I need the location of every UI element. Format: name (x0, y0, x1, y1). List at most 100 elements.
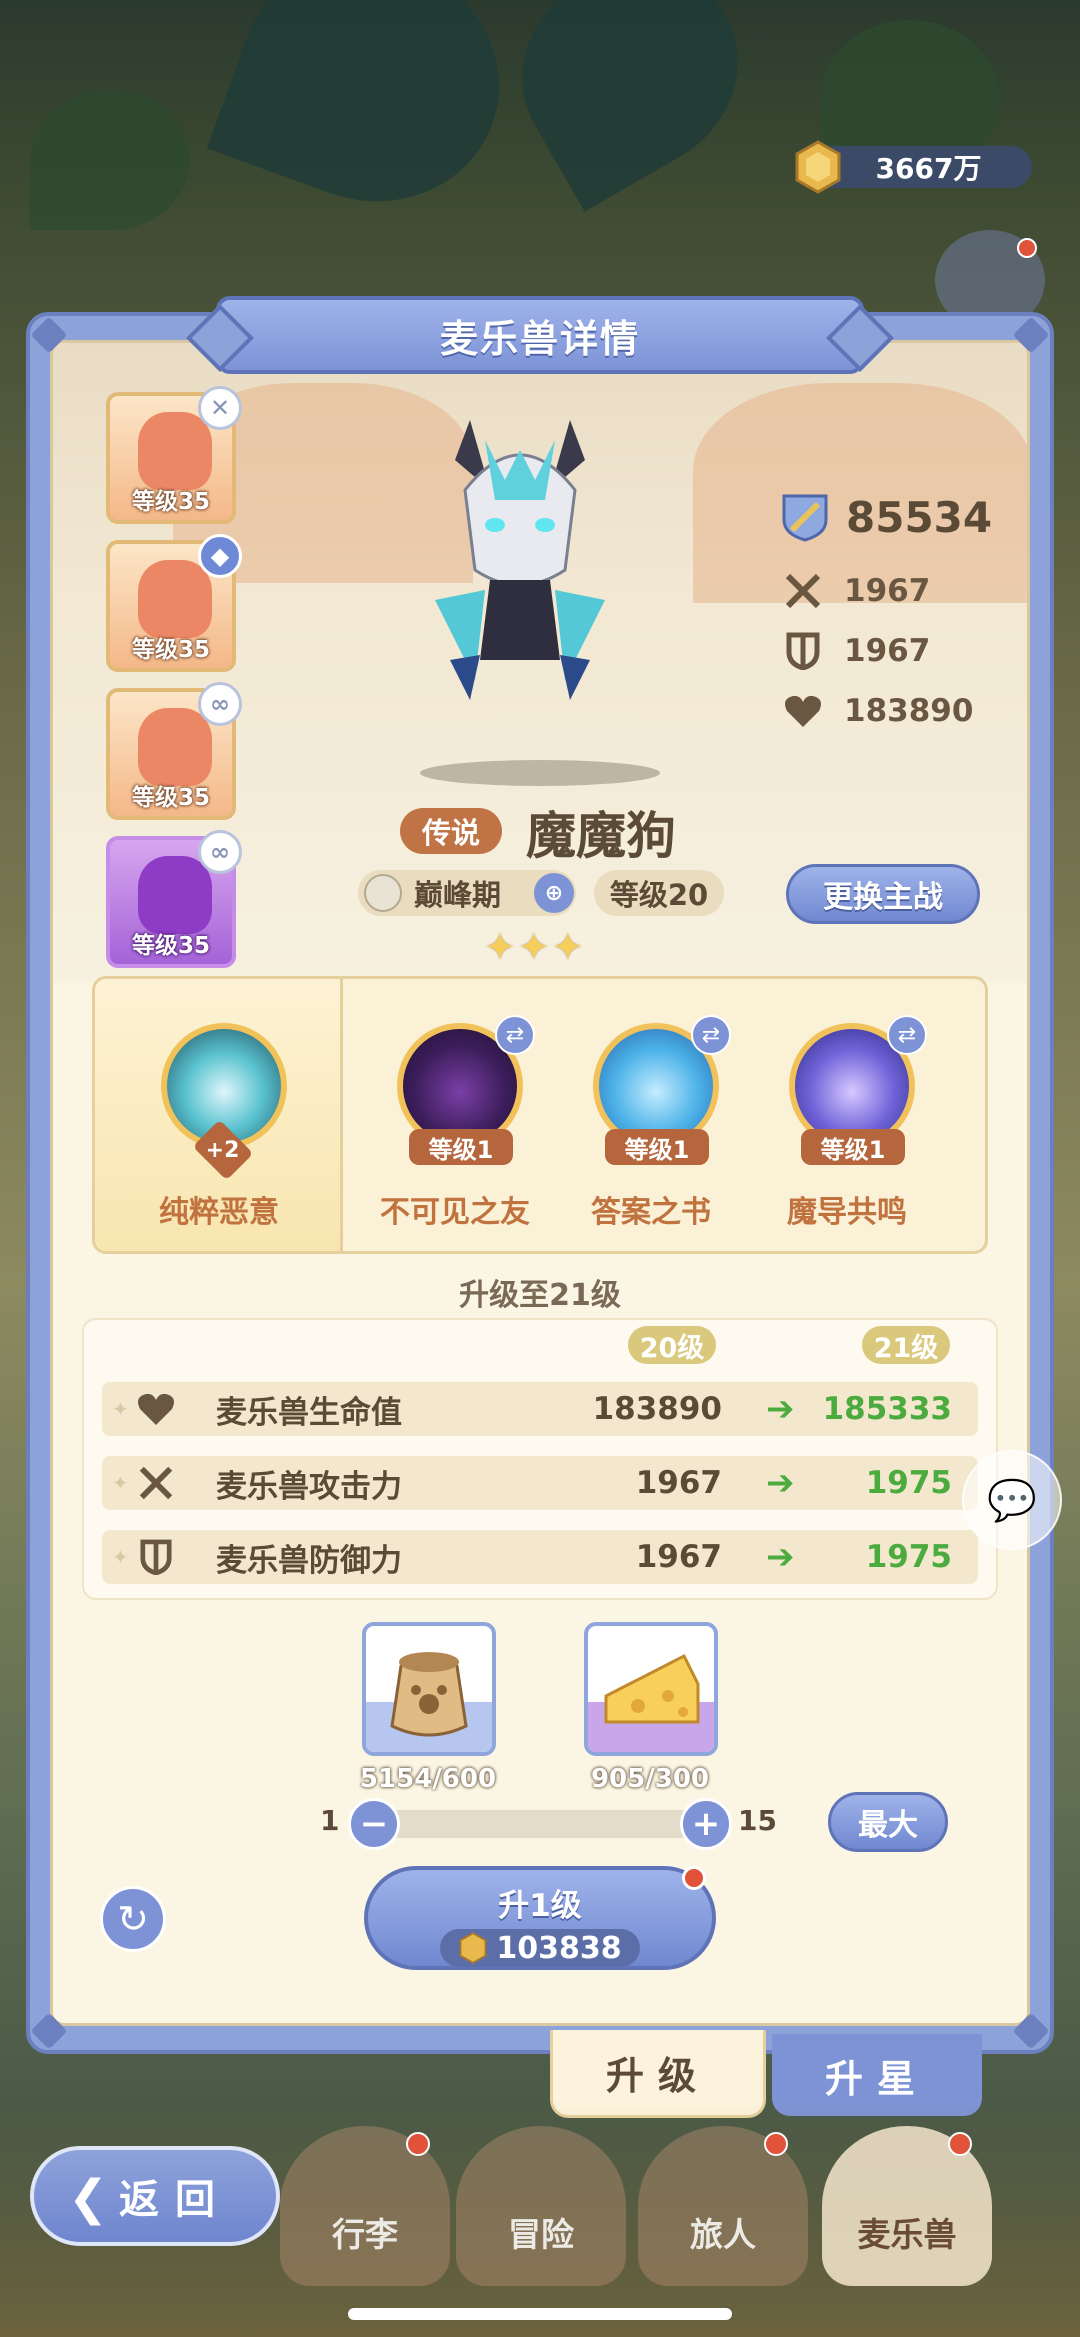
upgrade-button[interactable]: 升1级 103838 (364, 1866, 716, 1970)
pet-name: 魔魔狗 (526, 807, 676, 865)
main-skill[interactable]: +2 纯粹恶意 (95, 979, 343, 1251)
pet-portrait (138, 560, 212, 638)
swap-icon[interactable]: ⇄ (887, 1015, 927, 1055)
notification-dot (764, 2132, 788, 2156)
power-value: 85534 (846, 492, 993, 542)
panel-title: 麦乐兽详情 (216, 296, 864, 374)
skill-level: 等级1 (409, 1129, 513, 1165)
slider-min: 1 (320, 1804, 340, 1837)
arrow-right-icon: ➔ (766, 1463, 795, 1503)
material-count: 905/300 (590, 1764, 710, 1794)
skill-label: 纯粹恶意 (159, 1195, 279, 1230)
swap-icon[interactable]: ⇄ (495, 1015, 535, 1055)
skill-label: 魔导共鸣 (787, 1195, 907, 1230)
stat-next: 185333 (822, 1391, 952, 1427)
nav-label: 冒险 (508, 2215, 574, 2254)
stat-hp: 183890 (782, 690, 973, 732)
swap-main-button[interactable]: 更换主战 (786, 864, 980, 924)
skill-slot-3[interactable]: ⇄ 等级1 魔导共鸣 (757, 979, 937, 1251)
swap-icon[interactable]: ⇄ (691, 1015, 731, 1055)
stat-next: 1975 (865, 1539, 952, 1575)
stat-current: 183890 (592, 1391, 722, 1427)
swords-icon (136, 1463, 176, 1503)
link-icon: ∞ (198, 682, 242, 726)
heart-icon (782, 690, 824, 732)
swords-icon (782, 570, 824, 612)
team-slot-level: 等级35 (131, 489, 210, 515)
power-icon (782, 494, 828, 542)
nav-item-adventure[interactable]: 冒险 (456, 2126, 626, 2286)
defense-value: 1967 (844, 633, 931, 669)
notification-dot (406, 2132, 430, 2156)
coin-icon (795, 140, 841, 194)
team-slot-level: 等级35 (131, 933, 210, 959)
star-icon: ✦ (484, 925, 516, 969)
quantity-slider[interactable] (360, 1810, 710, 1838)
stat-name: 麦乐兽防御力 (216, 1542, 402, 1579)
material-food-bag[interactable] (362, 1622, 496, 1756)
stat-name: 麦乐兽生命值 (216, 1394, 402, 1431)
sparkle-icon: ✦ (112, 1471, 129, 1495)
magnify-icon[interactable]: ⊕ (534, 873, 574, 913)
nav-label: 旅人 (690, 2215, 756, 2254)
skill-slot-2[interactable]: ⇄ 等级1 答案之书 (561, 979, 741, 1251)
pet-level: 等级20 (594, 870, 724, 916)
arrow-right-icon: ➔ (766, 1537, 795, 1577)
combat-power: 85534 (778, 490, 992, 544)
back-label: 返回 (119, 2177, 231, 2223)
coin-icon (460, 1932, 487, 1964)
sparkle-icon: ✦ (112, 1545, 129, 1569)
stage-pill: 巅峰期 ⊕ (358, 870, 576, 916)
close-icon[interactable]: ✕ (198, 386, 242, 430)
pet-portrait (138, 856, 212, 934)
shield-icon (136, 1537, 176, 1577)
max-button[interactable]: 最大 (828, 1792, 948, 1852)
stat-next: 1975 (865, 1465, 952, 1501)
nav-item-traveler[interactable]: 旅人 (638, 2126, 808, 2286)
plus-button[interactable]: + (680, 1798, 732, 1850)
team-slot-level: 等级35 (131, 637, 210, 663)
back-button[interactable]: ❮ 返回 (30, 2146, 280, 2246)
table-row: ✦ 麦乐兽攻击力 1967 ➔ 1975 (102, 1456, 978, 1510)
stat-attack: 1967 (782, 570, 930, 612)
stage-label: 巅峰期 (414, 878, 502, 912)
notification-dot (682, 1866, 706, 1890)
skills-panel: +2 纯粹恶意 ⇄ 等级1 不可见之友 ⇄ 等级1 答案之书 ⇄ 等级1 魔导共… (92, 976, 988, 1254)
sparkle-icon: ✦ (112, 1397, 129, 1421)
skill-label: 不可见之友 (380, 1195, 530, 1230)
slider-max: 15 (738, 1804, 777, 1837)
pet-food-bag-icon (390, 1652, 468, 1737)
table-row: ✦ 麦乐兽防御力 1967 ➔ 1975 (102, 1530, 978, 1584)
material-cheese[interactable] (584, 1622, 718, 1756)
link-icon: ∞ (198, 830, 242, 874)
skill-level: 等级1 (801, 1129, 905, 1165)
table-row: ✦ 麦乐兽生命值 183890 ➔ 185333 (102, 1382, 978, 1436)
shield-icon (782, 630, 824, 672)
stat-current: 1967 (635, 1465, 722, 1501)
reset-icon[interactable]: ↻ (100, 1886, 166, 1952)
notification-dot (1017, 238, 1037, 258)
stat-name: 麦乐兽攻击力 (216, 1468, 402, 1505)
material-count: 5154/600 (359, 1764, 497, 1794)
skill-label: 答案之书 (591, 1195, 711, 1230)
shield-icon: ◆ (198, 534, 242, 578)
home-indicator[interactable] (348, 2308, 732, 2320)
heart-icon (136, 1389, 176, 1429)
upgrade-heading: 升级至21级 (459, 1278, 621, 1313)
nav-item-luggage[interactable]: 行李 (280, 2126, 450, 2286)
skill-level: 等级1 (605, 1129, 709, 1165)
skill-slot-1[interactable]: ⇄ 等级1 不可见之友 (365, 979, 545, 1251)
team-slot-level: 等级35 (131, 785, 210, 811)
star-icon: ✦ (551, 925, 584, 969)
star-rating: ✦ ✦ ✦ (484, 925, 584, 969)
stat-defense: 1967 (782, 630, 930, 672)
nav-item-pets[interactable]: 麦乐兽 (822, 2126, 992, 2286)
chevron-left-icon: ❮ (68, 2170, 109, 2226)
stat-current: 1967 (635, 1539, 722, 1575)
pet-portrait (138, 708, 212, 786)
cheese-icon (604, 1653, 700, 1724)
pet-portrait (138, 412, 212, 490)
pet-model (435, 420, 605, 700)
minus-button[interactable]: − (348, 1798, 400, 1850)
chat-icon[interactable]: 💬 (962, 1450, 1062, 1550)
